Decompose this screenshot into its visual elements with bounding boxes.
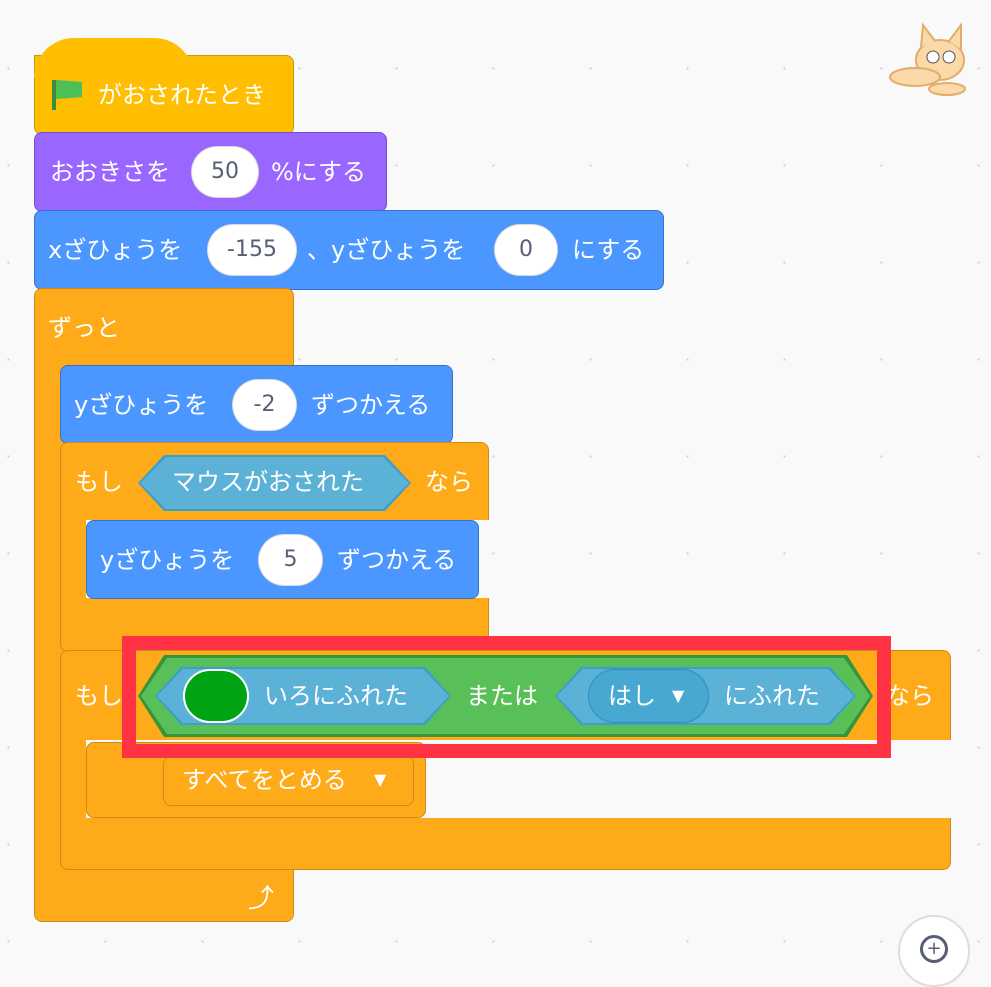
change-y-input[interactable]: -2 xyxy=(232,379,297,431)
green-flag-icon xyxy=(56,80,82,99)
size-input[interactable]: 50 xyxy=(191,146,259,198)
scratch-cat-icon xyxy=(885,15,980,100)
hat-label: がおされたとき xyxy=(98,81,266,109)
mouse-down-label: マウスがおされた xyxy=(172,468,364,496)
loop-arrow-icon: ⤴ xyxy=(248,884,275,914)
stop-label: すべてをとめる xyxy=(182,766,347,794)
x-label: xざひょうを xyxy=(48,236,183,264)
dropdown-arrow-icon[interactable]: ▼ xyxy=(374,765,386,795)
if-label: もし xyxy=(75,468,123,496)
forever-label: ずっと xyxy=(48,314,120,342)
change-y-suffix: ずつかえる xyxy=(311,391,431,419)
highlight-box xyxy=(122,636,891,758)
change-y-input[interactable]: 5 xyxy=(258,534,323,586)
zoom-in-icon: + xyxy=(920,935,948,963)
change-y-suffix: ずつかえる xyxy=(337,546,457,574)
y-label: 、yざひょうを xyxy=(307,236,466,264)
change-y-label: yざひょうを xyxy=(74,391,209,419)
then-label: なら xyxy=(886,682,934,710)
size-label: おおきさを xyxy=(50,158,170,186)
size-suffix: %にする xyxy=(271,158,367,186)
hat-cap xyxy=(34,38,194,78)
x-input[interactable]: -155 xyxy=(207,224,297,276)
change-y-label: yざひょうを xyxy=(100,546,235,574)
y-input[interactable]: 0 xyxy=(494,224,558,276)
zoom-in-button[interactable]: + xyxy=(898,915,970,987)
if-label: もし xyxy=(75,682,123,710)
green-flag-icon xyxy=(52,80,56,110)
then-label: なら xyxy=(425,468,473,496)
goto-suffix: にする xyxy=(572,236,645,264)
